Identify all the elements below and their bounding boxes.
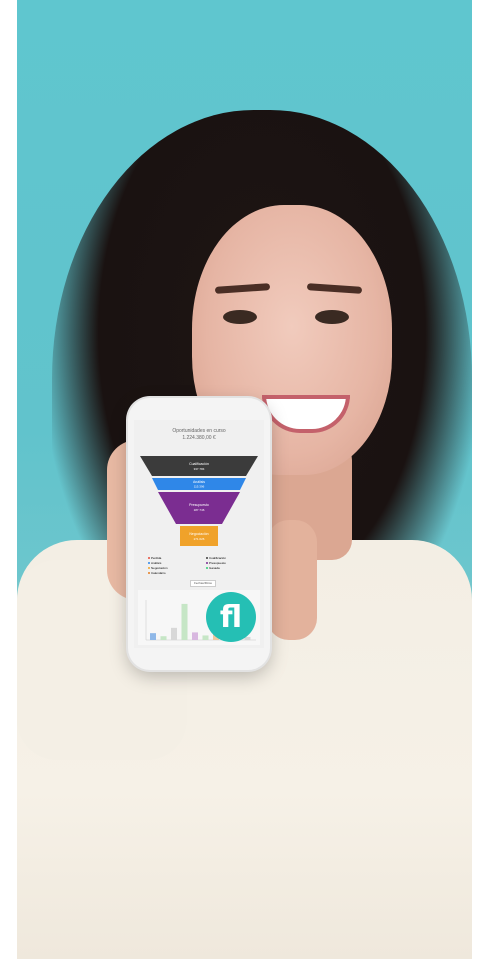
legend-dot-icon	[206, 562, 208, 564]
funnel-label-1: Cualificación	[189, 462, 209, 466]
screen-title: Oportunidades en curso	[172, 428, 226, 434]
funnel-label-4: Negociación	[189, 532, 208, 536]
logo-text: fl	[219, 599, 243, 635]
bar	[202, 635, 209, 640]
funnel-stage-4	[180, 526, 218, 546]
bar	[171, 627, 177, 640]
legend-dot-icon	[206, 557, 208, 559]
bar	[181, 603, 188, 640]
funnel-value-3: 187.746	[194, 508, 205, 512]
legend-label: Cualificación	[209, 556, 227, 560]
legend-label: Calendario	[151, 571, 166, 575]
funnel-value-2: 115.396	[194, 485, 205, 489]
bar	[192, 632, 198, 640]
funnel-value-1: 337.784	[194, 467, 205, 471]
right-eye	[315, 310, 349, 324]
legend-item: Ganada	[206, 566, 262, 571]
bar	[150, 633, 156, 640]
legend-label: Perdida	[151, 556, 162, 560]
filter-button[interactable]: Fechas/filtros	[190, 580, 216, 587]
funnel-label-2: Análisis	[193, 480, 205, 484]
thumb	[267, 520, 317, 640]
left-eye	[223, 310, 257, 324]
legend-label: Negociación	[151, 566, 168, 570]
legend-label: Análisis	[151, 561, 162, 565]
legend-dot-icon	[206, 567, 208, 569]
bar	[160, 636, 167, 640]
funnel-label-3: Presupuesto	[189, 503, 209, 507]
funnel-chart: Cualificación 337.784 Análisis 115.396 P…	[140, 456, 258, 546]
legend-dot-icon	[148, 562, 150, 564]
legend-item: Calendario	[148, 571, 204, 576]
legend-label: Presupuesto	[209, 561, 226, 565]
legend-dot-icon	[148, 572, 150, 574]
legend-right-column: Cualificación Presupuesto Ganada	[206, 556, 262, 571]
legend-label: Ganada	[209, 566, 220, 570]
legend-dot-icon	[148, 567, 150, 569]
funnel-stage-1	[140, 456, 258, 476]
legend-dot-icon	[148, 557, 150, 559]
screen-total: 1.224.380,00 €	[182, 435, 216, 441]
funnel-value-4: 271.626	[194, 537, 205, 541]
legend-left-column: Perdida Análisis Negociación Calendario	[148, 556, 204, 576]
brand-logo: fl	[206, 592, 256, 642]
